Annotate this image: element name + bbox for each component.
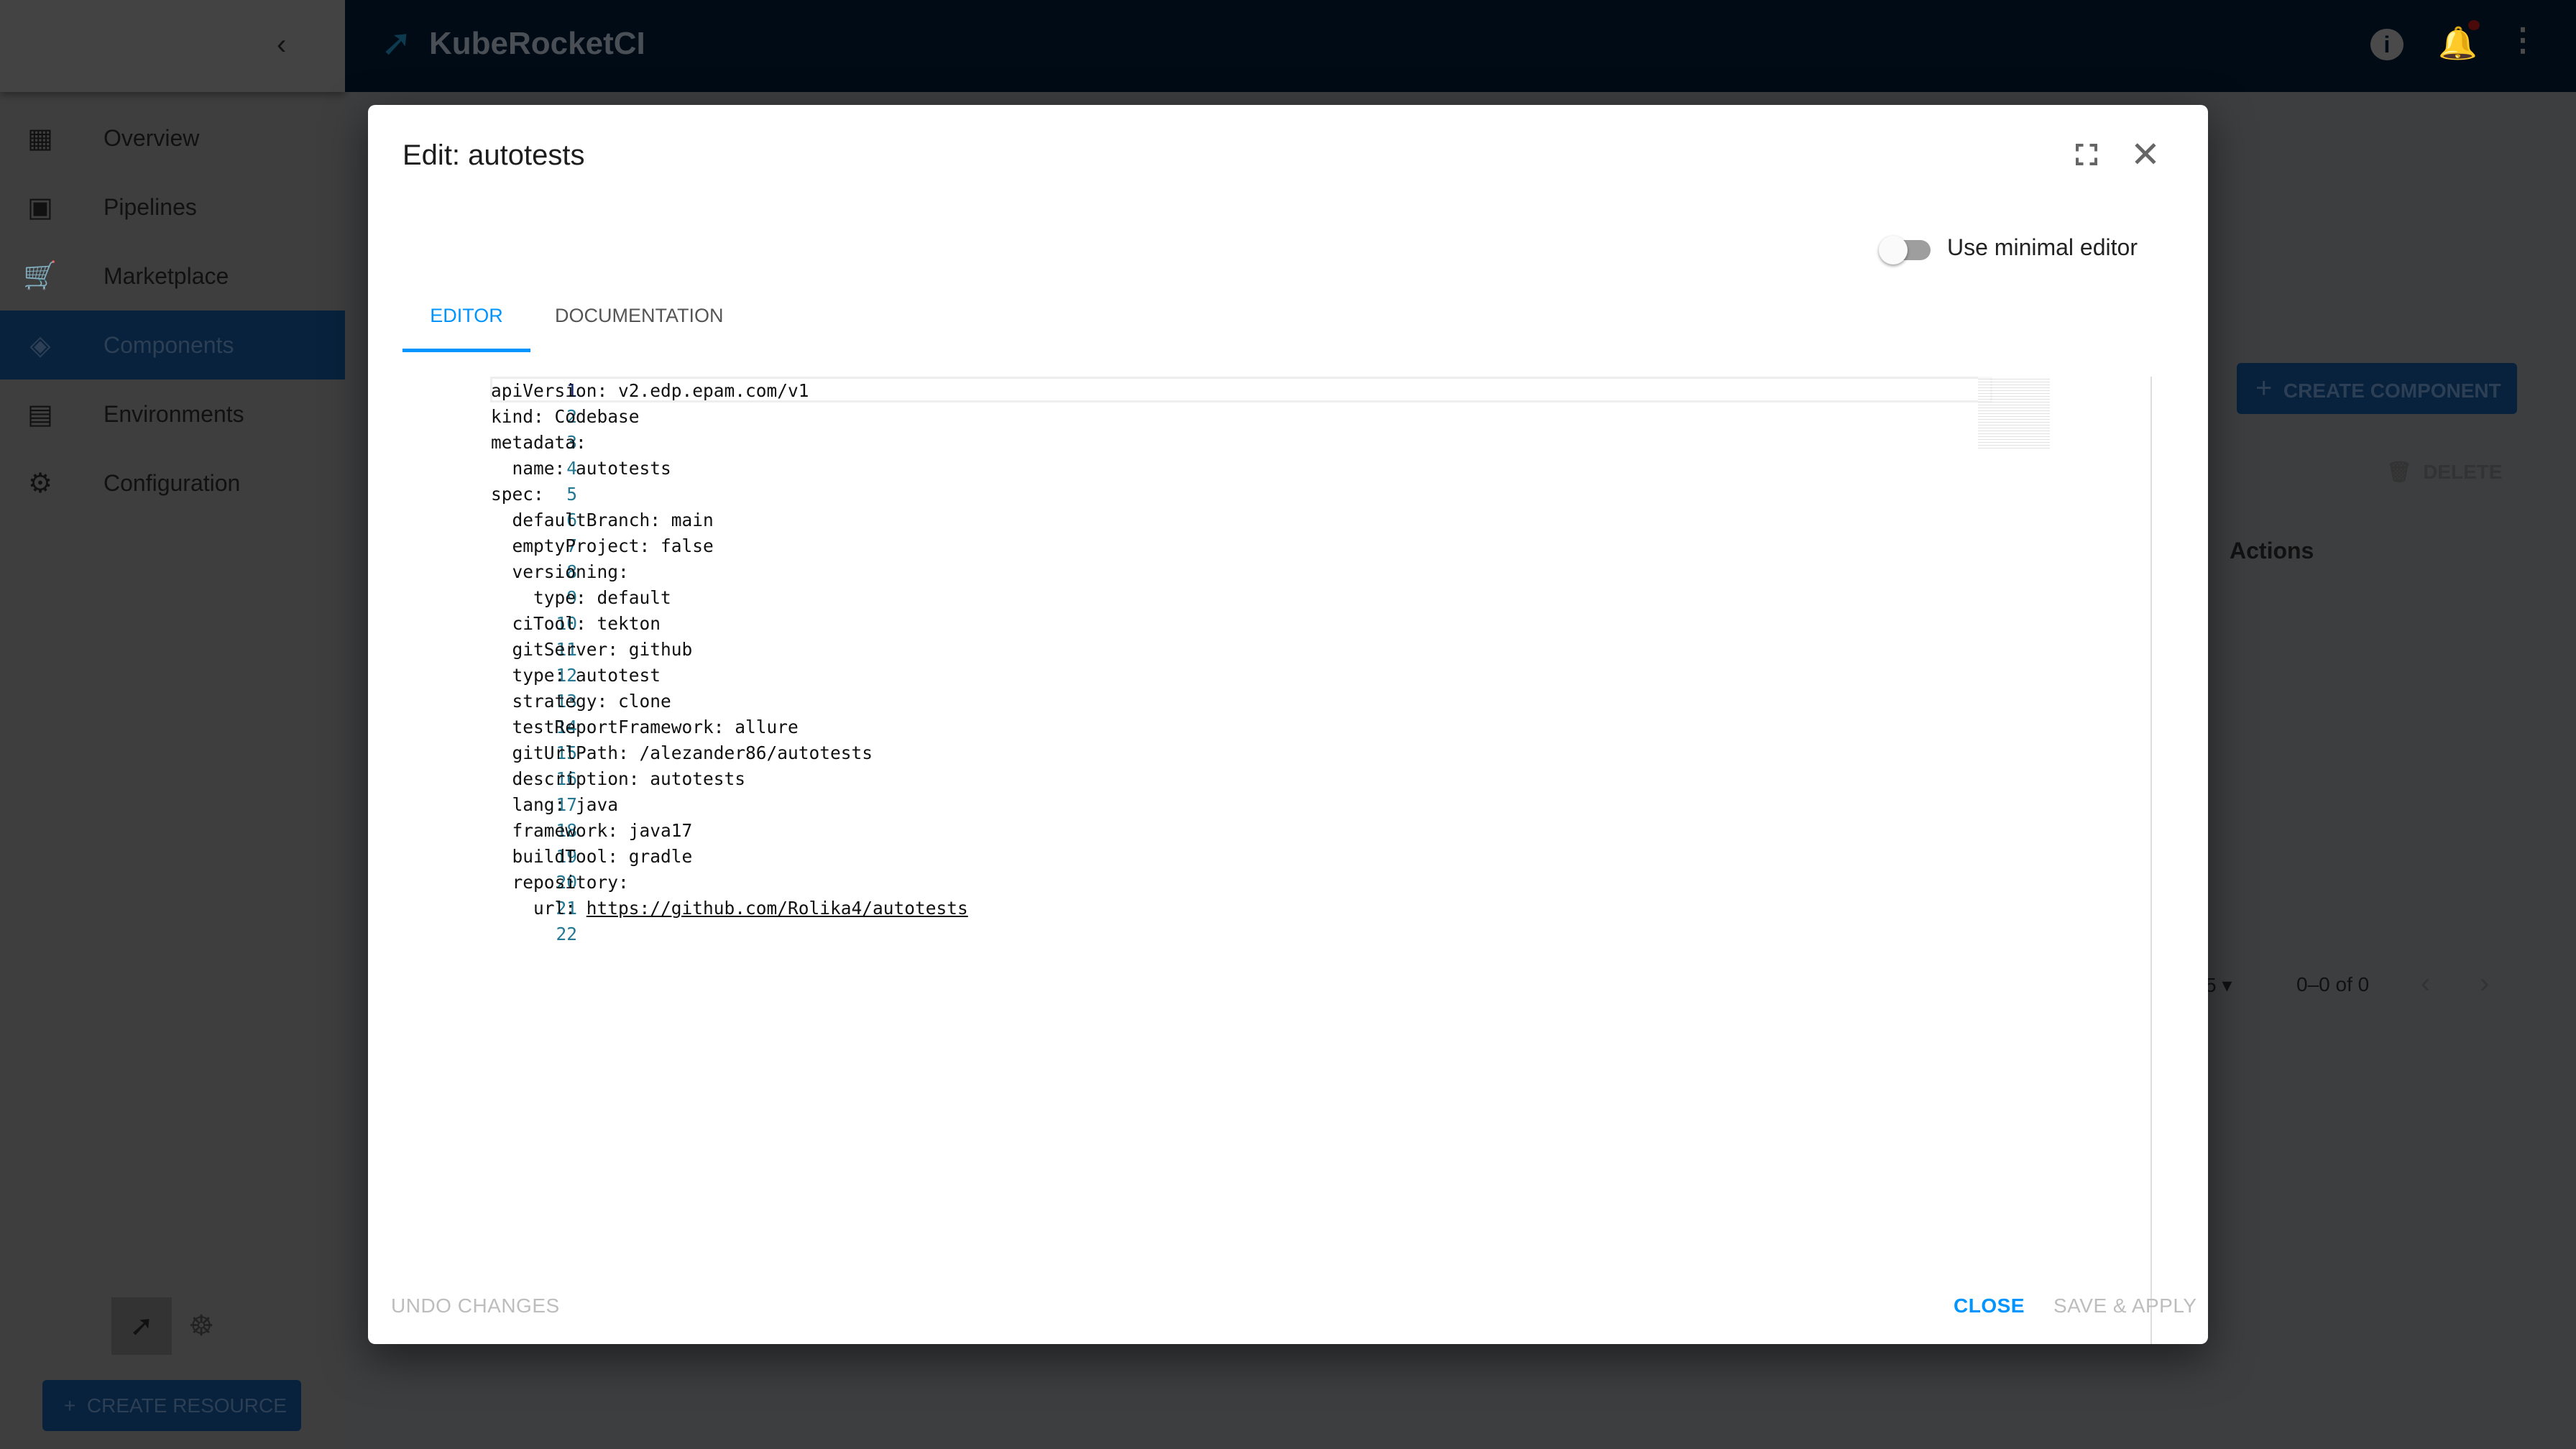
tab-label: DOCUMENTATION (555, 305, 724, 326)
minimal-editor-label: Use minimal editor (1947, 234, 2138, 260)
sidebar-item-marketplace[interactable]: 🛒 Marketplace (0, 242, 345, 310)
create-component-label: CREATE COMPONENT (2283, 380, 2501, 402)
create-component-button[interactable]: + CREATE COMPONENT (2237, 363, 2517, 414)
collapse-sidebar-button[interactable]: ‹ (277, 29, 286, 61)
create-resource-button[interactable]: + CREATE RESOURCE (42, 1380, 301, 1431)
sidebar-item-label: Environments (104, 400, 244, 427)
undo-changes-button[interactable]: UNDO CHANGES (391, 1294, 560, 1317)
code-line: spec: (491, 484, 544, 505)
gear-icon: ⚙ (27, 468, 53, 499)
bell-icon[interactable]: 🔔 (2438, 24, 2478, 62)
more-menu-icon[interactable]: ⋮ (2507, 22, 2539, 58)
code-line: name: autotests (491, 458, 671, 479)
cart-icon: 🛒 (23, 261, 58, 291)
code-line: framework: java17 (491, 820, 693, 841)
fullscreen-icon[interactable] (2076, 144, 2097, 165)
code-line: testReportFramework: allure (491, 717, 799, 737)
rocket-mode-button[interactable]: ➚ (111, 1297, 172, 1355)
code-line: gitUrlPath: /alezander86/autotests (491, 742, 873, 763)
delete-button[interactable]: 🗑 DELETE (2386, 460, 2503, 484)
rows-per-page-select[interactable]: 5 ▾ (2205, 973, 2232, 997)
sidebar-item-label: Pipelines (104, 193, 197, 220)
sidebar-item-configuration[interactable]: ⚙ Configuration (0, 448, 345, 518)
kubernetes-mode-button[interactable]: ☸ (176, 1297, 226, 1355)
code-line: versioning: (491, 561, 629, 582)
code-line: kind: Codebase (491, 406, 640, 427)
line-number: 22 (556, 924, 577, 944)
sidebar-item-label: Components (104, 331, 234, 358)
close-button[interactable]: CLOSE (1954, 1294, 2025, 1317)
tab-label: EDITOR (430, 305, 503, 326)
save-apply-button[interactable]: SAVE & APPLY (2053, 1294, 2197, 1317)
sidebar-item-pipelines[interactable]: ▣ Pipelines (0, 172, 345, 242)
rocket-logo-icon: ➚ (381, 22, 413, 64)
minimal-editor-toggle[interactable] (1879, 236, 1931, 264)
sidebar-header: ‹ (0, 0, 345, 92)
sidebar-item-label: Marketplace (104, 262, 229, 289)
code-line: emptyProject: false (491, 535, 714, 556)
edit-dialog: Edit: autotests ✕ Use minimal editor EDI… (368, 105, 2208, 1344)
dashboard-icon: ▦ (27, 123, 53, 154)
pagination-info: 0–0 of 0 (2296, 973, 2370, 995)
sidebar-item-overview[interactable]: ▦ Overview (0, 104, 345, 172)
code-line: metadata: (491, 432, 586, 453)
delete-label: DELETE (2423, 461, 2503, 483)
sidebar-item-label: Overview (104, 124, 200, 151)
code-line: gitServer: github (491, 639, 693, 660)
environments-icon: ▤ (27, 399, 53, 430)
layers-icon: ◈ (29, 330, 51, 361)
tab-editor[interactable]: EDITOR (402, 305, 530, 352)
info-icon[interactable]: i (2370, 29, 2404, 60)
code-line: buildTool: gradle (491, 846, 693, 867)
code-line: apiVersion: v2.edp.epam.com/v1 (491, 380, 809, 401)
editor-scrollbar[interactable] (2150, 377, 2152, 1344)
close-icon[interactable]: ✕ (2130, 134, 2161, 175)
notification-badge (2468, 20, 2480, 30)
prev-page-button[interactable]: ‹ (2421, 967, 2430, 1000)
code-line: description: autotests (491, 768, 746, 789)
plus-icon: + (64, 1394, 76, 1417)
dialog-title: Edit: autotests (402, 139, 585, 171)
code-line: defaultBranch: main (491, 510, 714, 530)
sidebar-item-environments[interactable]: ▤ Environments (0, 380, 345, 448)
pipelines-icon: ▣ (27, 192, 53, 223)
minimap[interactable] (1978, 377, 2050, 448)
code-line: type: autotest (491, 665, 661, 686)
next-page-button[interactable]: › (2480, 967, 2489, 1000)
code-line: lang: java (491, 794, 619, 815)
code-line: ciTool: tekton (491, 613, 661, 634)
dropdown-arrow-icon: ▾ (2222, 974, 2232, 996)
code-line: type: default (491, 587, 671, 608)
code-line: repository: (491, 872, 629, 893)
url-link[interactable]: https://github.com/Rolika4/autotests (586, 898, 968, 919)
tab-documentation[interactable]: DOCUMENTATION (555, 305, 723, 327)
sidebar: ‹ ▦ Overview ▣ Pipelines 🛒 Marketplace ◈ Com… (0, 0, 345, 1449)
plus-icon: + (2255, 372, 2273, 404)
code-line: strategy: clone (491, 691, 671, 712)
top-bar: ➚ KubeRocketCI i 🔔 ⋮ (345, 0, 2576, 92)
trash-icon: 🗑 (2386, 461, 2412, 483)
actions-column-header: Actions (2230, 538, 2314, 564)
code-line: url: https://github.com/Rolika4/autotest… (491, 898, 968, 919)
create-resource-label: CREATE RESOURCE (86, 1394, 287, 1417)
app-title: KubeRocketCI (429, 26, 645, 61)
sidebar-item-label: Configuration (104, 469, 241, 496)
sidebar-item-components[interactable]: ◈ Components (0, 310, 345, 380)
